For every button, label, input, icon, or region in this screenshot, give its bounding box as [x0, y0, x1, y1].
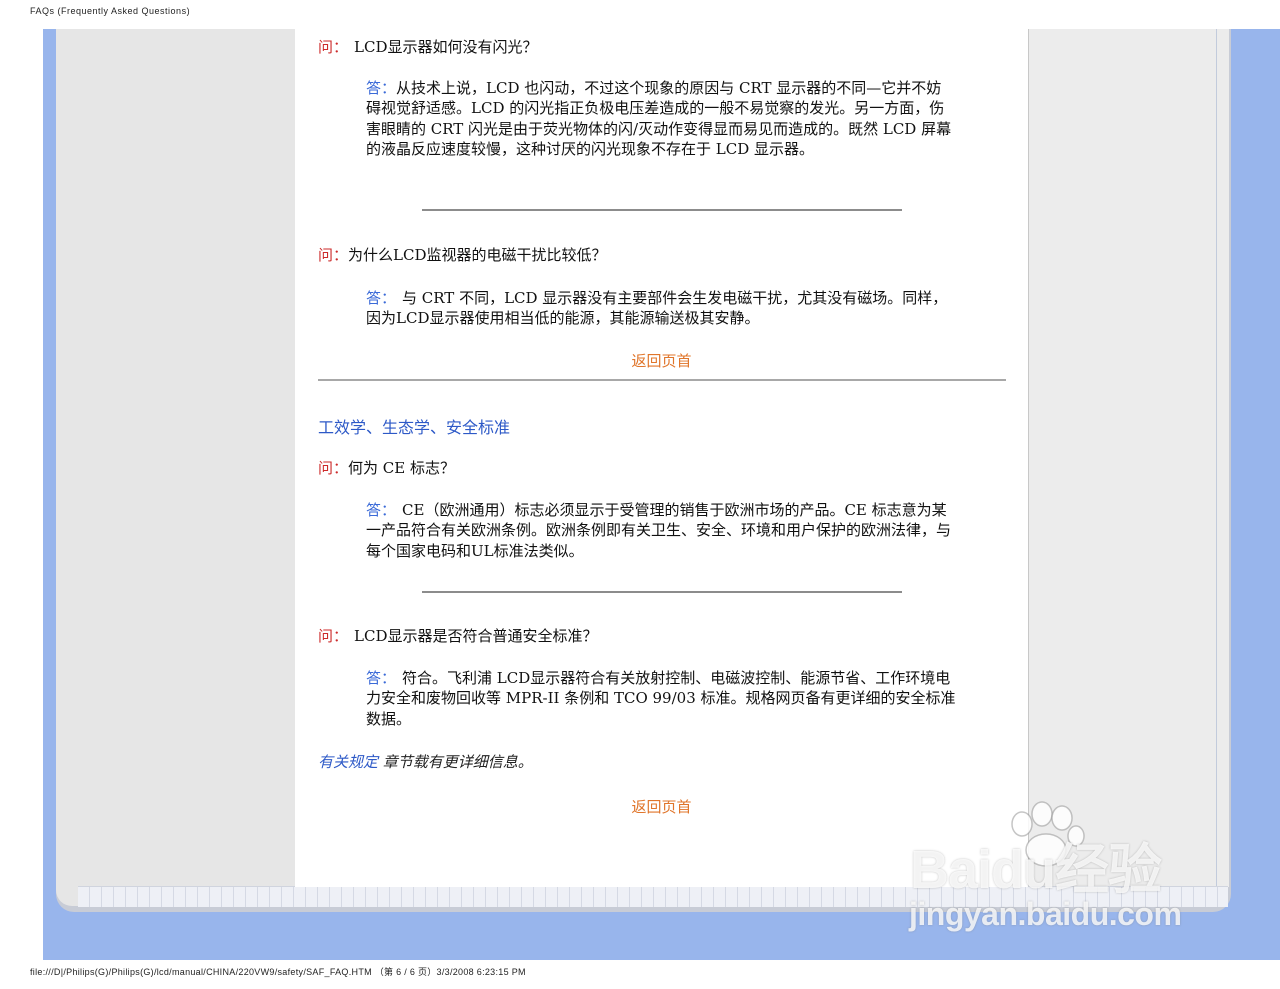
answer-text: 符合。飞利浦 LCD显示器符合有关放射控制、电磁波控制、能源节省、工作环境电力安…: [366, 669, 956, 728]
print-footer: file:///D|/Philips(G)/Philips(G)/lcd/man…: [30, 967, 526, 977]
question-text: LCD显示器是否符合普通安全标准？: [354, 627, 598, 645]
section-title: 工效学、生态学、安全标准: [318, 418, 511, 437]
faq-answer: 答：从技术上说，LCD 也闪动，不过这个现象的原因与 CRT 显示器的不同—它并…: [366, 78, 956, 159]
faq-answer: 答： 符合。飞利浦 LCD显示器符合有关放射控制、电磁波控制、能源节省、工作环境电…: [366, 668, 956, 729]
answer-label: 答：: [366, 79, 397, 97]
watermark-sub: jingyan.baidu.com: [909, 896, 1182, 932]
answer-text: CE（欧洲通用）标志必须显示于受管理的销售于欧洲市场的产品。CE 标志意为某一产…: [366, 501, 952, 560]
divider: [422, 591, 902, 593]
answer-label: 答：: [366, 501, 397, 519]
faq-question: 问： LCD显示器是否符合普通安全标准？: [318, 625, 597, 646]
divider: [422, 209, 902, 211]
answer-label: 答：: [366, 289, 397, 307]
question-label: 问：: [318, 459, 349, 477]
note-text: 章节载有更详细信息。: [378, 753, 533, 771]
faq-answer: 答： CE（欧洲通用）标志必须显示于受管理的销售于欧洲市场的产品。CE 标志意为某…: [366, 500, 956, 561]
print-header: FAQs (Frequently Asked Questions): [30, 6, 191, 16]
question-label: 问：: [318, 246, 349, 264]
faq-answer: 答：与 CRT 不同，LCD 显示器没有主要部件会生发电磁干扰，尤其没有磁场。同…: [366, 288, 956, 329]
right-strip: [1028, 29, 1229, 887]
baidu-watermark: Baidu经验 jingyan.baidu.com: [905, 801, 1205, 940]
answer-text: 从技术上说，LCD 也闪动，不过这个现象的原因与 CRT 显示器的不同—它并不妨…: [366, 79, 952, 158]
watermark-main: Baidu经验: [910, 840, 1162, 900]
regulatory-info-link[interactable]: 有关规定: [318, 753, 378, 771]
back-to-top-link[interactable]: 返回页首: [295, 350, 1028, 371]
question-label: 问：: [318, 627, 349, 645]
faq-question: 问： LCD显示器如何没有闪光？: [318, 36, 537, 57]
question-text: LCD显示器如何没有闪光？: [354, 38, 538, 56]
question-label: 问：: [318, 38, 349, 56]
answer-text: 与 CRT 不同，LCD 显示器没有主要部件会生发电磁干扰，尤其没有磁场。同样，…: [366, 289, 948, 328]
regulatory-note: 有关规定 章节载有更详细信息。: [318, 751, 533, 772]
answer-label: 答：: [366, 669, 397, 687]
question-text: 何为 CE 标志？: [348, 459, 455, 477]
section-divider: [318, 379, 1006, 381]
question-text: 为什么LCD监视器的电磁干扰比较低？: [348, 246, 607, 264]
faq-question: 问：何为 CE 标志？: [318, 457, 455, 478]
faq-question: 问：为什么LCD监视器的电磁干扰比较低？: [318, 244, 606, 265]
faq-content: 问： LCD显示器如何没有闪光？ 答：从技术上说，LCD 也闪动，不过这个现象的原…: [295, 29, 1028, 887]
